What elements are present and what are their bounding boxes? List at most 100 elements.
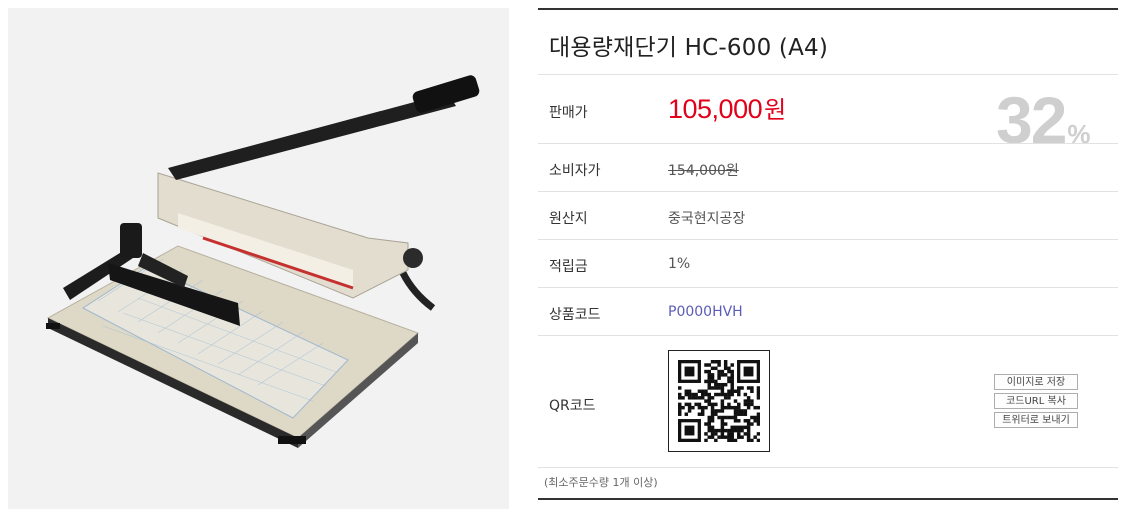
origin-label: 원산지 — [549, 211, 588, 227]
qr-module — [743, 412, 748, 416]
qr-module — [681, 405, 685, 410]
save-image-button[interactable]: 이미지로 저장 — [994, 374, 1078, 390]
copy-code-url-button[interactable]: 코드URL 복사 — [994, 393, 1078, 409]
qr-module — [714, 392, 718, 397]
qr-module — [704, 379, 708, 384]
qr-module — [707, 376, 711, 380]
bottom-divider — [538, 498, 1118, 500]
discount-number: 32 — [996, 83, 1067, 157]
qr-module — [737, 392, 741, 397]
qr-module — [700, 389, 705, 393]
qr-module — [704, 363, 708, 367]
qr-module — [720, 402, 725, 407]
qr-module — [737, 386, 741, 390]
qr-module — [730, 392, 734, 397]
qr-module — [710, 405, 715, 410]
qr-module — [707, 379, 711, 384]
qr-module — [714, 428, 718, 433]
divider — [538, 467, 1118, 468]
qr-module — [710, 402, 715, 407]
qr-module — [694, 392, 698, 397]
qr-module — [723, 373, 728, 377]
product-code-value: P0000HVH — [668, 304, 743, 320]
qr-module — [727, 396, 731, 400]
qr-module — [707, 396, 711, 400]
qr-module — [737, 432, 741, 436]
qr-module — [687, 396, 692, 400]
qr-module — [756, 405, 760, 410]
qr-module — [720, 382, 725, 387]
qr-module — [740, 409, 744, 413]
qr-module — [737, 409, 741, 413]
price-label: 판매가 — [549, 105, 588, 121]
qr-module — [678, 405, 682, 410]
qr-module — [691, 392, 695, 397]
qr-module — [714, 402, 718, 407]
qr-module — [687, 402, 692, 407]
qr-module — [743, 392, 748, 397]
qr-module — [707, 363, 711, 367]
qr-module — [733, 405, 738, 410]
qr-module — [723, 366, 728, 371]
qr-module — [714, 366, 718, 371]
qr-module — [700, 392, 705, 397]
qr-module — [756, 432, 760, 436]
qr-module — [710, 396, 715, 400]
qr-module — [707, 415, 711, 420]
qr-module — [707, 422, 711, 426]
qr-module — [727, 438, 731, 442]
qr-module — [730, 435, 734, 439]
qr-module — [704, 422, 708, 426]
qr-module — [720, 428, 725, 433]
qr-module — [707, 402, 711, 407]
product-code-label: 상품코드 — [549, 307, 601, 323]
qr-module — [717, 382, 721, 387]
qr-module — [704, 392, 708, 397]
qr-module — [743, 402, 748, 407]
qr-module — [740, 412, 744, 416]
qr-module — [730, 382, 734, 387]
qr-module — [697, 412, 702, 416]
qr-module — [717, 392, 721, 397]
qr-module — [700, 409, 705, 413]
qr-module — [678, 392, 682, 397]
qr-module — [737, 419, 741, 423]
qr-module — [756, 412, 760, 416]
qr-module — [756, 415, 760, 420]
qr-module — [714, 432, 718, 436]
qr-module — [717, 386, 721, 390]
qr-module — [737, 412, 741, 416]
qr-module — [746, 399, 751, 403]
qr-module — [707, 373, 711, 377]
qr-module — [684, 412, 689, 416]
qr-module — [750, 415, 754, 420]
qr-module — [730, 373, 734, 377]
qr-module — [717, 373, 721, 377]
points-label: 적립금 — [549, 259, 588, 275]
qr-module — [737, 389, 741, 393]
qr-module — [710, 376, 715, 380]
qr-module — [746, 425, 751, 430]
qr-module — [723, 428, 728, 433]
qr-module — [727, 369, 731, 374]
qr-module — [707, 369, 711, 374]
qr-module — [730, 415, 734, 420]
qr-module — [743, 419, 748, 423]
qr-module — [730, 379, 734, 384]
product-info-panel: 대용량재단기 HC-600 (A4) 판매가 105,000원 32% 소비자가… — [538, 8, 1118, 501]
qr-module — [720, 432, 725, 436]
qr-module — [740, 428, 744, 433]
qr-module — [720, 422, 725, 426]
qr-module — [740, 425, 744, 430]
qr-code-icon — [678, 360, 760, 442]
price-number: 105,000 — [668, 94, 763, 124]
qr-module — [756, 419, 760, 423]
qr-module — [720, 386, 725, 390]
qr-module — [723, 382, 728, 387]
share-twitter-button[interactable]: 트위터로 보내기 — [994, 412, 1078, 428]
qr-module — [756, 438, 760, 442]
qr-module — [700, 412, 705, 416]
qr-module — [746, 405, 751, 410]
qr-module — [746, 386, 751, 390]
qr-module — [704, 399, 708, 403]
